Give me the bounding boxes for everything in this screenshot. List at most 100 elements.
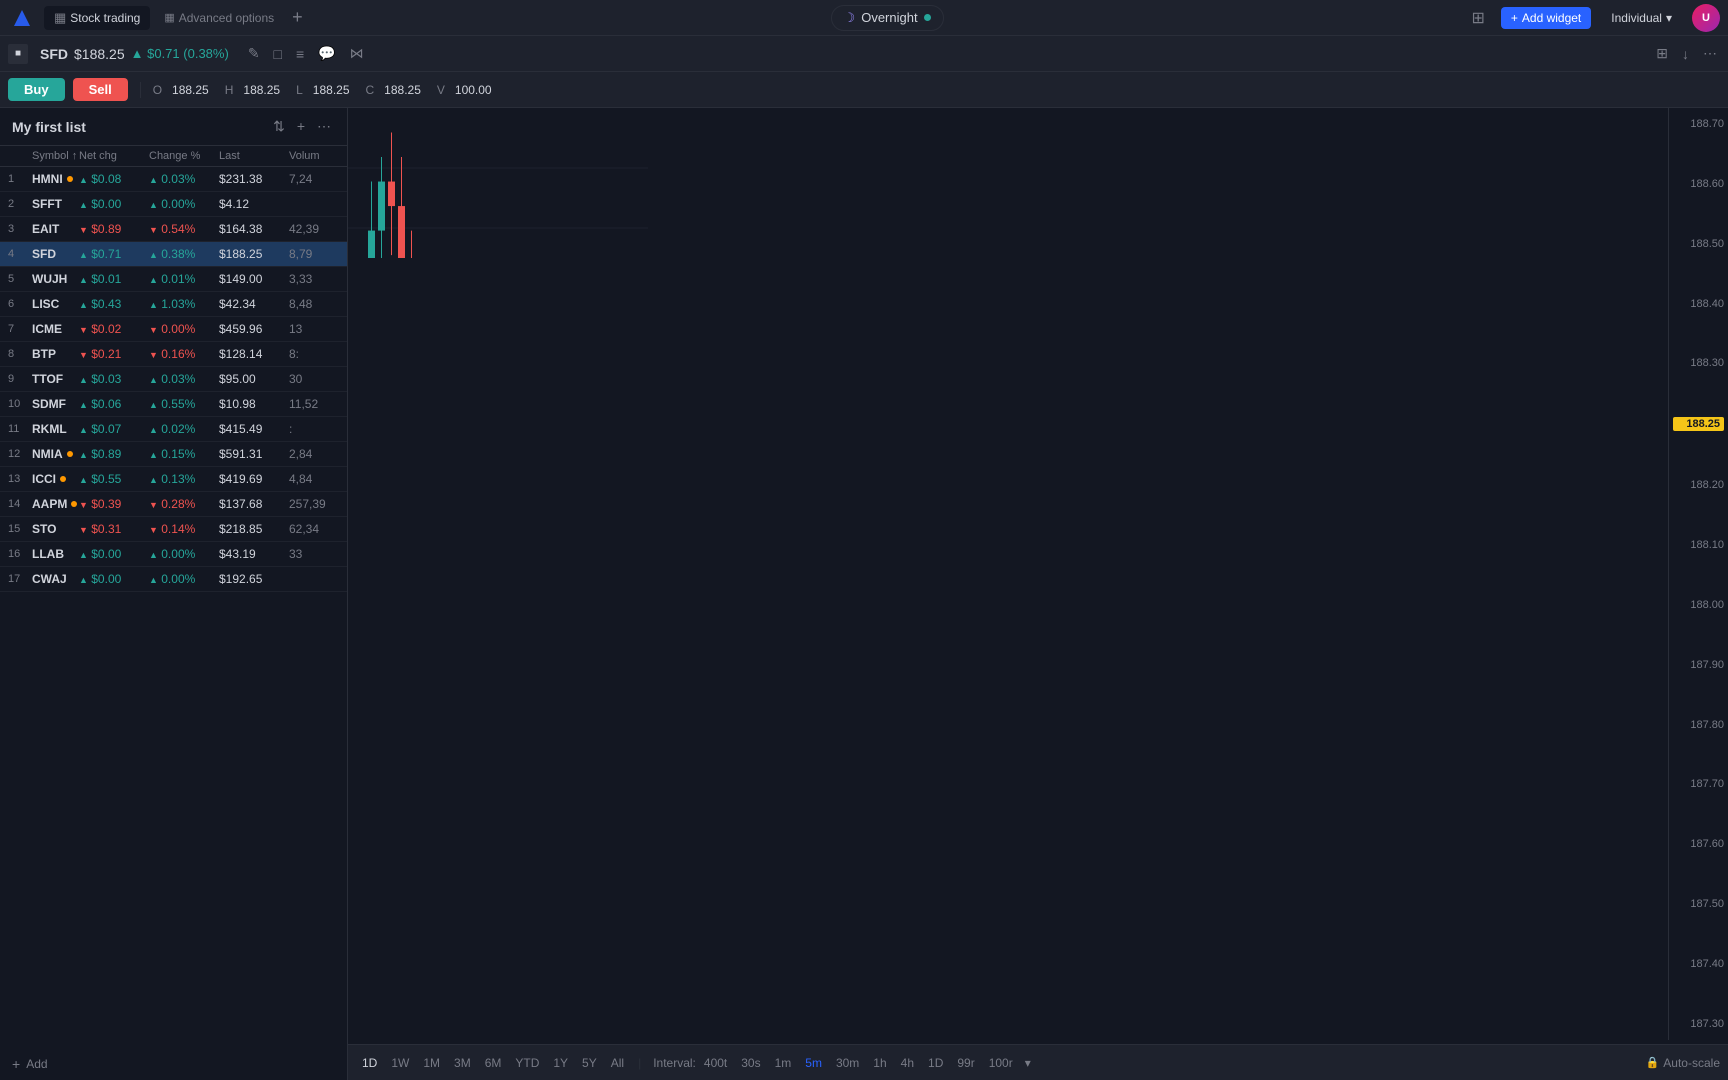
chart-area[interactable]: 188.70188.60188.50188.40188.30188.25188.… [348, 108, 1728, 1080]
table-row[interactable]: 17 CWAJ ▲ $0.00 ▲ 0.00% $192.65 [0, 567, 347, 592]
auto-scale-button[interactable]: 🔒Auto-scale [1646, 1056, 1720, 1070]
interval-option-button[interactable]: 30m [830, 1053, 865, 1073]
table-row[interactable]: 1 HMNI ▲ $0.08 ▲ 0.03% $231.38 7,24 [0, 167, 347, 192]
layout-icon[interactable]: ⊞ [1467, 4, 1488, 32]
net-change: ▲ $0.00 [79, 197, 149, 211]
status-dot [60, 476, 66, 482]
timeframe-button[interactable]: YTD [509, 1053, 545, 1073]
app-logo[interactable] [8, 4, 36, 32]
plus-icon: + [1511, 11, 1518, 25]
table-row[interactable]: 7 ICME ▼ $0.02 ▼ 0.00% $459.96 13 [0, 317, 347, 342]
timeframe-button[interactable]: All [605, 1053, 630, 1073]
col-net-chg[interactable]: Net chg [79, 150, 149, 162]
interval-option-button[interactable]: 99r [951, 1053, 980, 1073]
list-options-button[interactable]: ⋯ [313, 116, 335, 137]
row-number: 6 [8, 298, 32, 310]
c-label: C [366, 83, 375, 97]
table-row[interactable]: 14 AAPM ▼ $0.39 ▼ 0.28% $137.68 257,39 [0, 492, 347, 517]
net-change: ▲ $0.55 [79, 472, 149, 486]
topbar-right: ⊞ + Add widget Individual ▾ U [1467, 4, 1720, 32]
change-pct: ▲ 0.55% [149, 397, 219, 411]
interval-option-button[interactable]: 1D [922, 1053, 949, 1073]
volume: 62,34 [289, 522, 339, 536]
table-row[interactable]: 11 RKML ▲ $0.07 ▲ 0.02% $415.49 : [0, 417, 347, 442]
table-row[interactable]: 9 TTOF ▲ $0.03 ▲ 0.03% $95.00 30 [0, 367, 347, 392]
interval-option-button[interactable]: 5m [799, 1053, 828, 1073]
chart-type-icon[interactable]: ⋈ [347, 42, 367, 65]
timeframe-button[interactable]: 5Y [576, 1053, 603, 1073]
timeframe-button[interactable]: 1M [417, 1053, 446, 1073]
col-volume[interactable]: Volum [289, 150, 339, 162]
volume: 11,52 [289, 397, 339, 411]
table-row[interactable]: 12 NMIA ▲ $0.89 ▲ 0.15% $591.31 2,84 [0, 442, 347, 467]
interval-option-button[interactable]: 400t [698, 1053, 733, 1073]
col-symbol[interactable]: Symbol ↑ [32, 150, 79, 162]
timeframe-button[interactable]: 6M [479, 1053, 508, 1073]
row-number: 5 [8, 273, 32, 285]
table-row[interactable]: 13 ICCI ▲ $0.55 ▲ 0.13% $419.69 4,84 [0, 467, 347, 492]
price-scale: 188.70188.60188.50188.40188.30188.25188.… [1668, 108, 1728, 1040]
change-pct: ▲ 0.03% [149, 172, 219, 186]
pencil-icon[interactable]: ✎ [245, 42, 263, 65]
tab-stock-trading[interactable]: ▦ Stock trading [44, 6, 150, 30]
volume: 257,39 [289, 497, 339, 511]
moon-icon: ☽ [844, 10, 856, 26]
add-tab-button[interactable]: + [288, 7, 307, 28]
table-row[interactable]: 2 SFFT ▲ $0.00 ▲ 0.00% $4.12 [0, 192, 347, 217]
net-change: ▲ $0.07 [79, 422, 149, 436]
align-icon[interactable]: ≡ [293, 43, 307, 65]
timeframe-button[interactable]: 1Y [547, 1053, 574, 1073]
list-controls: ⇅ + ⋯ [269, 116, 335, 137]
interval-option-button[interactable]: 1h [867, 1053, 892, 1073]
up-arrow-icon: ▲ [131, 46, 144, 61]
table-row[interactable]: 16 LLAB ▲ $0.00 ▲ 0.00% $43.19 33 [0, 542, 347, 567]
symbol-name: SFD [40, 46, 68, 62]
col-last[interactable]: Last [219, 150, 289, 162]
change-pct: ▲ 0.15% [149, 447, 219, 461]
buy-button[interactable]: Buy [8, 78, 65, 101]
star-icon[interactable]: ⊞ [1653, 42, 1671, 65]
table-row[interactable]: 8 BTP ▼ $0.21 ▼ 0.16% $128.14 8: [0, 342, 347, 367]
net-change: ▲ $0.89 [79, 447, 149, 461]
stocks-scroll-area[interactable]: 1 HMNI ▲ $0.08 ▲ 0.03% $231.38 7,24 2 SF… [0, 167, 347, 1048]
volume: 42,39 [289, 222, 339, 236]
table-row[interactable]: 3 EAIT ▼ $0.89 ▼ 0.54% $164.38 42,39 [0, 217, 347, 242]
add-widget-button[interactable]: + Add widget [1501, 7, 1591, 29]
col-change-pct[interactable]: Change % [149, 150, 219, 162]
row-number: 8 [8, 348, 32, 360]
v-label: V [437, 83, 445, 97]
row-number: 7 [8, 323, 32, 335]
row-number: 4 [8, 248, 32, 260]
table-row[interactable]: 15 STO ▼ $0.31 ▼ 0.14% $218.85 62,34 [0, 517, 347, 542]
price-chart [348, 108, 648, 258]
sell-button[interactable]: Sell [73, 78, 128, 101]
avatar[interactable]: U [1692, 4, 1720, 32]
row-number: 13 [8, 473, 32, 485]
sort-icon[interactable]: ⇅ [269, 116, 289, 137]
interval-option-button[interactable]: 30s [735, 1053, 766, 1073]
square-icon[interactable]: □ [271, 43, 285, 65]
more-icon[interactable]: ⋯ [1700, 42, 1720, 65]
table-row[interactable]: 6 LISC ▲ $0.43 ▲ 1.03% $42.34 8,48 [0, 292, 347, 317]
table-row[interactable]: 4 SFD ▲ $0.71 ▲ 0.38% $188.25 8,79 [0, 242, 347, 267]
timeframe-button[interactable]: 1D [356, 1053, 383, 1073]
change-pct: ▲ 1.03% [149, 297, 219, 311]
add-list-item-button[interactable]: + [293, 116, 309, 137]
volume: 8,79 [289, 247, 339, 261]
tab-advanced-options[interactable]: ▦ Advanced options [154, 7, 284, 29]
download-icon[interactable]: ↓ [1679, 43, 1692, 65]
timeframe-button[interactable]: 3M [448, 1053, 477, 1073]
overnight-button[interactable]: ☽ Overnight [831, 5, 944, 31]
interval-option-button[interactable]: 100r [983, 1053, 1019, 1073]
table-row[interactable]: 5 WUJH ▲ $0.01 ▲ 0.01% $149.00 3,33 [0, 267, 347, 292]
add-symbol-row[interactable]: + Add [0, 1048, 347, 1080]
square-stop-button[interactable]: ■ [8, 44, 28, 64]
stock-symbol: WUJH [32, 272, 79, 286]
table-row[interactable]: 10 SDMF ▲ $0.06 ▲ 0.55% $10.98 11,52 [0, 392, 347, 417]
interval-option-button[interactable]: 4h [895, 1053, 920, 1073]
interval-option-button[interactable]: 1m [769, 1053, 798, 1073]
interval-chevron-icon[interactable]: ▾ [1025, 1056, 1031, 1070]
individual-button[interactable]: Individual ▾ [1603, 7, 1680, 29]
timeframe-button[interactable]: 1W [385, 1053, 415, 1073]
comment-icon[interactable]: 💬 [315, 42, 338, 65]
